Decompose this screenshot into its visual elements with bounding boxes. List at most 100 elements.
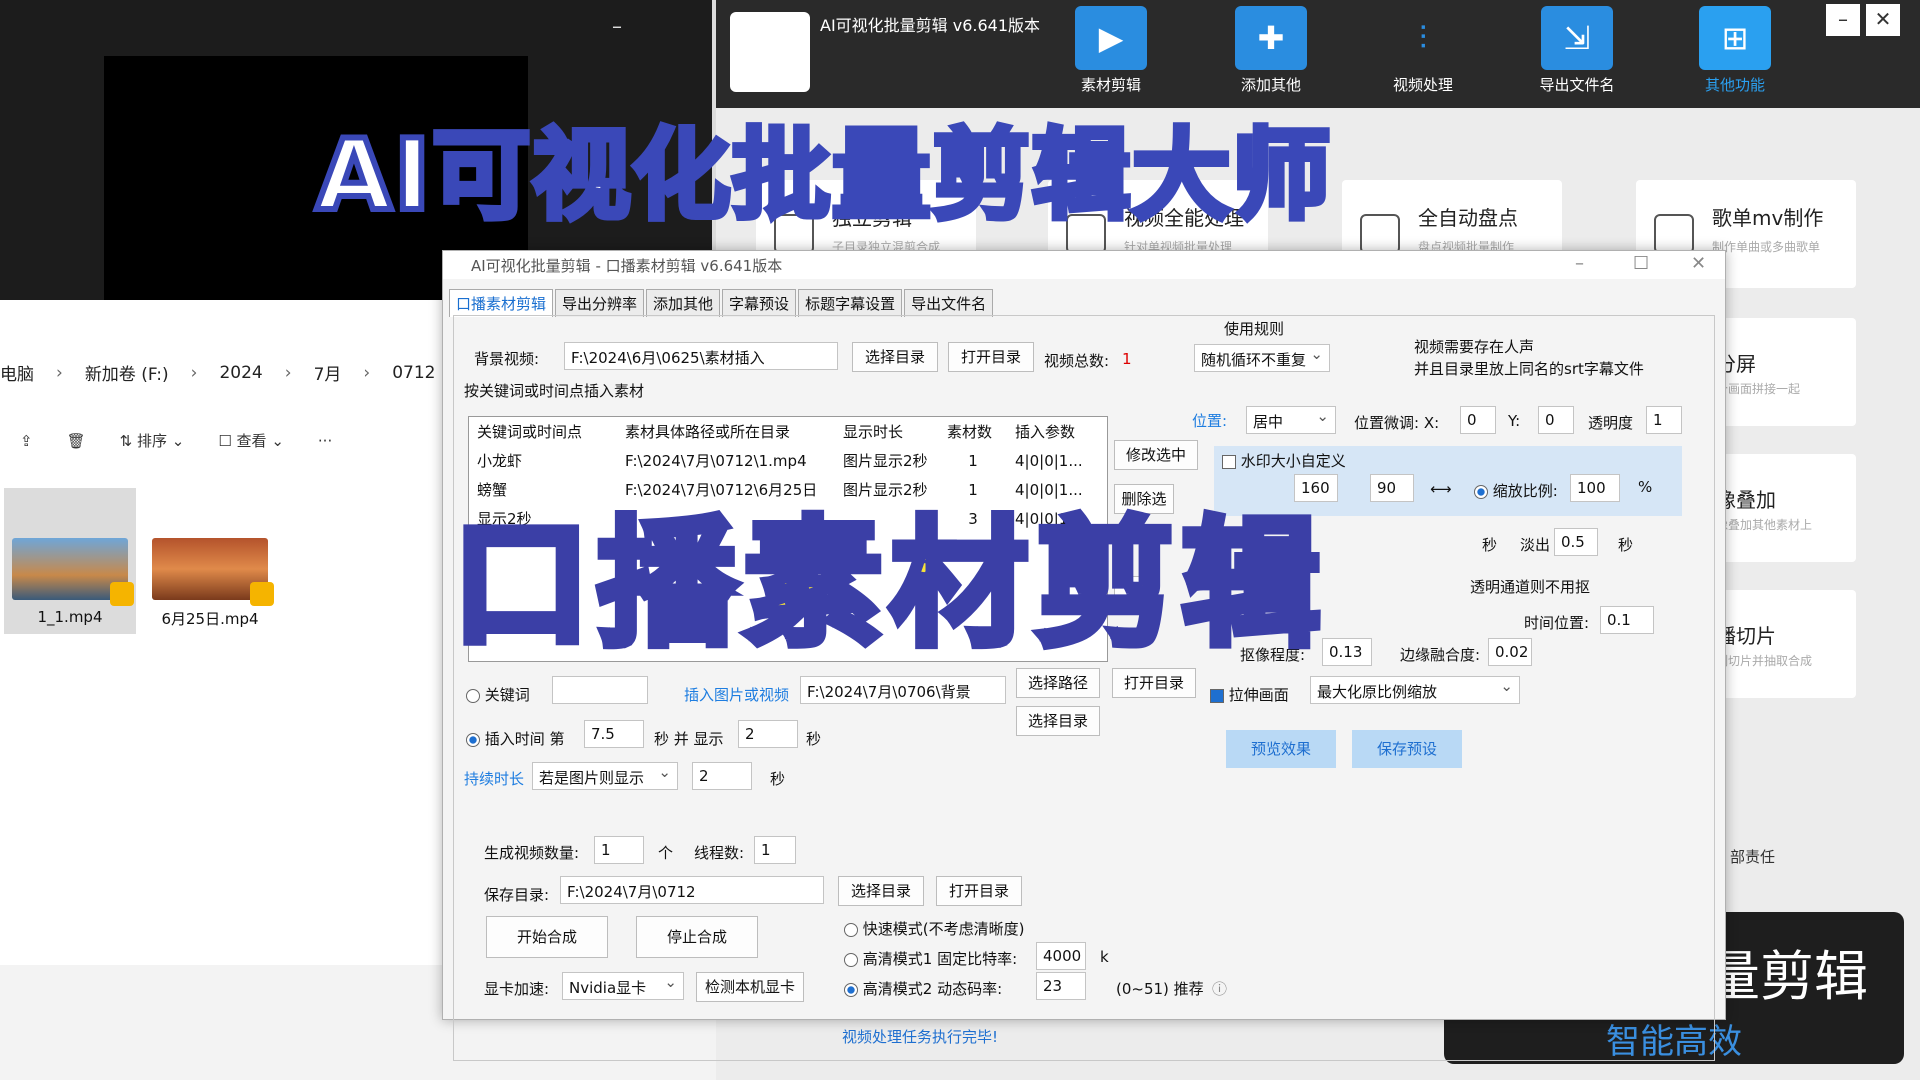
export-icon: ⇲ (1541, 6, 1613, 70)
share-icon[interactable]: ⇪ (20, 432, 33, 450)
toolbar-label: 视频处理 (1392, 76, 1453, 94)
fade-out-field[interactable]: 0.5 (1554, 528, 1598, 556)
close-button[interactable]: ✕ (1866, 4, 1900, 36)
hq1-bitrate-field[interactable]: 4000 (1036, 942, 1086, 970)
choose-dir-button-2[interactable]: 选择目录 (1016, 706, 1100, 736)
stop-compose-button[interactable]: 停止合成 (636, 916, 758, 958)
open-dir-button-2[interactable]: 打开目录 (1112, 668, 1196, 698)
save-dir-field[interactable]: F:\2024\7月\0712 (560, 876, 824, 904)
edge-blend-label: 边缘融合度: (1400, 646, 1481, 664)
explorer-toolbar: ⇪ 🗑 ⇅ 排序 ⌄ ☐ 查看 ⌄ ··· (20, 430, 332, 451)
tab-resolution[interactable]: 导出分辨率 (555, 289, 645, 317)
hq2-hint: (0~51) 推荐 (1116, 980, 1204, 998)
stretch-mode-select[interactable]: 最大化原比例缩放 (1310, 676, 1520, 704)
gen-count-label: 生成视频数量: (484, 844, 580, 862)
time-position-field[interactable]: 0.1 (1600, 606, 1654, 634)
tab-subtitle-preset[interactable]: 字幕预设 (722, 289, 797, 317)
duration-sec-label: 秒 (770, 770, 786, 788)
insert-media-field[interactable]: F:\2024\7月\0706\背景 (800, 676, 1006, 704)
key-degree-field[interactable]: 0.13 (1322, 638, 1372, 666)
threads-field[interactable]: 1 (754, 836, 796, 864)
choose-path-button[interactable]: 选择路径 (1016, 668, 1100, 698)
toolbar-export-filename[interactable]: ⇲ 导出文件名 (1522, 6, 1632, 95)
crumb-folder[interactable]: 0712 (392, 363, 435, 383)
card-sub: 个画面拼接一起 (1716, 382, 1801, 396)
choose-dir-button[interactable]: 选择目录 (852, 342, 938, 372)
hq1-mode-radio[interactable]: 高清模式1 固定比特率: (844, 948, 1017, 969)
bg-video-field[interactable]: F:\2024\6月\0625\素材插入 (564, 342, 838, 370)
height-field[interactable]: 90 (1370, 474, 1414, 502)
gen-count-field[interactable]: 1 (594, 836, 644, 864)
crumb-drive[interactable]: 新加卷 (F:) (85, 360, 169, 385)
crumb-year[interactable]: 2024 (219, 363, 262, 383)
show-seconds-field[interactable]: 2 (738, 720, 798, 748)
fast-mode-radio[interactable]: 快速模式(不考虑清晰度) (844, 918, 1025, 939)
close-icon[interactable]: ✕ (1691, 253, 1706, 274)
crumb-month[interactable]: 7月 (314, 360, 342, 385)
start-compose-button[interactable]: 开始合成 (486, 916, 608, 958)
save-preset-button[interactable]: 保存预设 (1352, 730, 1462, 768)
dialog-tabs: 口播素材剪辑 导出分辨率 添加其他 字幕预设 标题字幕设置 导出文件名 (449, 289, 995, 317)
minimize-icon[interactable]: – (1575, 253, 1584, 274)
delete-icon[interactable]: 🗑 (67, 432, 86, 450)
table-header: 关键词或时间点 素材具体路径或所在目录 显示时长 素材数 插入参数 (469, 417, 1107, 446)
toolbar-video-process[interactable]: ⫶ 视频处理 (1368, 6, 1478, 95)
open-save-dir-button[interactable]: 打开目录 (936, 876, 1022, 906)
gpu-select[interactable]: Nvidia显卡 (562, 972, 684, 1000)
scale-radio[interactable]: 缩放比例: (1474, 480, 1558, 501)
duration-mode-select[interactable]: 若是图片则显示 (532, 762, 678, 790)
minimize-button[interactable]: – (1826, 4, 1860, 36)
video-total-label: 视频总数: (1044, 352, 1110, 370)
watermark-custom-checkbox[interactable]: 水印大小自定义 (1222, 450, 1346, 471)
stretch-label: 拉伸画面 (1228, 686, 1289, 704)
tab-export-filename[interactable]: 导出文件名 (904, 289, 994, 317)
toolbar-material-edit[interactable]: ▶ 素材剪辑 (1056, 6, 1166, 95)
insert-time-field[interactable]: 7.5 (584, 720, 644, 748)
y-offset-field[interactable]: 0 (1538, 406, 1574, 434)
x-offset-field[interactable]: 0 (1460, 406, 1496, 434)
col-header: 显示时长 (843, 423, 904, 441)
toolbar-add-other[interactable]: ✚ 添加其他 (1216, 6, 1326, 95)
edge-blend-field[interactable]: 0.02 (1488, 638, 1532, 666)
modify-selected-button[interactable]: 修改选中 (1114, 440, 1198, 470)
tab-oral-material[interactable]: 口播素材剪辑 (449, 289, 554, 317)
crumb-pc[interactable]: 电脑 (0, 360, 34, 385)
use-rule-select[interactable]: 随机循环不重复 (1194, 344, 1330, 372)
sort-button[interactable]: ⇅ 排序 ⌄ (120, 430, 185, 451)
help-icon[interactable]: ⓘ (1212, 978, 1227, 999)
keyword-field[interactable] (552, 676, 648, 704)
note-line1: 视频需要存在人声 (1414, 338, 1535, 356)
choose-save-dir-button[interactable]: 选择目录 (838, 876, 924, 906)
view-button[interactable]: ☐ 查看 ⌄ (218, 430, 284, 451)
opacity-field[interactable]: 1 (1646, 406, 1682, 434)
detect-gpu-button[interactable]: 检测本机显卡 (696, 972, 804, 1002)
tab-add-other[interactable]: 添加其他 (646, 289, 721, 317)
hq2-crf-field[interactable]: 23 (1036, 972, 1086, 1000)
maximize-icon[interactable]: ☐ (1633, 253, 1649, 274)
more-button[interactable]: ··· (318, 432, 332, 450)
position-select[interactable]: 居中 (1246, 406, 1336, 434)
tab-title-subtitle[interactable]: 标题字幕设置 (798, 289, 903, 317)
file-item[interactable]: 1_1.mp4 (4, 488, 136, 634)
open-dir-button[interactable]: 打开目录 (948, 342, 1034, 372)
show-label: 秒 并 显示 (654, 730, 724, 748)
stretch-checkbox[interactable]: 拉伸画面 (1210, 684, 1289, 705)
toolbar-other-functions[interactable]: ⊞ 其他功能 (1680, 6, 1790, 95)
insert-time-radio[interactable]: 插入时间 第 (466, 728, 565, 749)
link-icon[interactable]: ⟷ (1430, 480, 1452, 498)
toolbar-label: 其他功能 (1704, 76, 1765, 94)
video-thumbnail (152, 538, 274, 606)
scale-field[interactable]: 100 (1570, 474, 1620, 502)
keyword-radio[interactable]: 关键词 (466, 684, 530, 705)
big-button-title: 量剪辑 (1706, 945, 1868, 1008)
duration-field[interactable]: 2 (692, 762, 752, 790)
table-row[interactable]: 小龙虾 F:\2024\7月\0712\1.mp4 图片显示2秒 1 4|0|0|1..… (469, 446, 1107, 475)
hq2-mode-radio[interactable]: 高清模式2 动态码率: (844, 978, 1002, 999)
minimize-icon[interactable]: – (612, 14, 622, 38)
file-item[interactable]: 6月25日.mp4 (144, 488, 276, 629)
radio-icon (844, 982, 858, 997)
add-layer-icon: ✚ (1235, 6, 1307, 70)
time-position-label: 时间位置: (1524, 614, 1590, 632)
preview-button[interactable]: 预览效果 (1226, 730, 1336, 768)
insert-time-label: 插入时间 第 (484, 730, 565, 748)
